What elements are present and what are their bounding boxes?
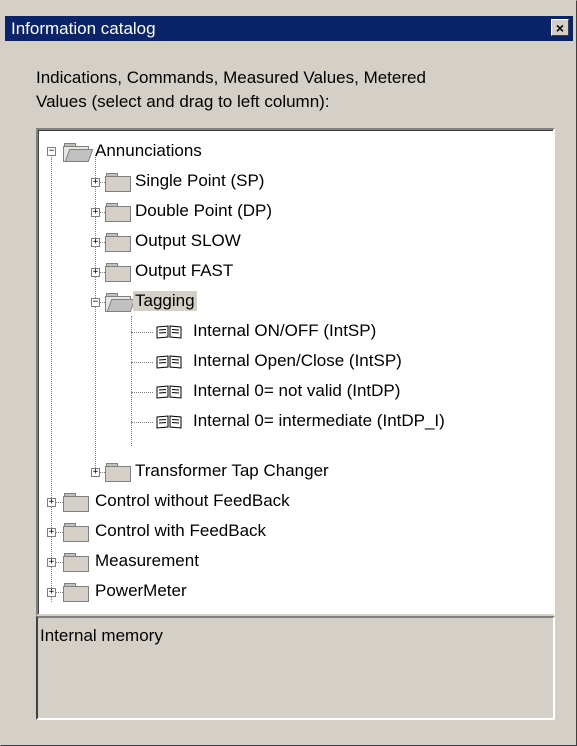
title-bar[interactable]: Information catalog × (5, 16, 573, 41)
close-button[interactable]: × (551, 19, 569, 36)
book-icon (156, 415, 182, 429)
close-icon: × (555, 19, 565, 36)
folder-icon (105, 463, 131, 482)
book-icon (156, 325, 182, 339)
folder-icon (105, 173, 131, 192)
instructions-line-2: Values (select and drag to left column): (36, 92, 330, 111)
folder-icon (63, 553, 89, 572)
catalog-tree[interactable]: − Annunciations + Single Point (SP) + Do… (36, 128, 555, 616)
tree-item-internal-on-off[interactable]: Internal ON/OFF (IntSP) (191, 321, 378, 341)
tree-item-internal-intermediate[interactable]: Internal 0= intermediate (IntDP_I) (191, 411, 447, 431)
description-panel: Internal memory (36, 616, 555, 720)
tree-node-control-with-feedback[interactable]: Control with FeedBack (93, 521, 268, 541)
collapse-tagging-toggle[interactable]: − (91, 298, 100, 307)
book-icon (156, 385, 182, 399)
folder-icon (63, 523, 89, 542)
tree-node-powermeter[interactable]: PowerMeter (93, 581, 189, 601)
tree-item-internal-open-close[interactable]: Internal Open/Close (IntSP) (191, 351, 404, 371)
expand-output-fast-toggle[interactable]: + (91, 268, 100, 277)
book-icon (156, 355, 182, 369)
tree-node-output-fast[interactable]: Output FAST (133, 261, 235, 281)
tree-node-output-slow[interactable]: Output SLOW (133, 231, 243, 251)
tree-node-measurement[interactable]: Measurement (93, 551, 201, 571)
tree-node-transformer-tap-changer[interactable]: Transformer Tap Changer (133, 461, 331, 481)
information-catalog-window: Information catalog × Indications, Comma… (0, 0, 577, 746)
expand-powermeter-toggle[interactable]: + (47, 588, 56, 597)
window-title: Information catalog (11, 19, 156, 38)
expand-single-point-toggle[interactable]: + (91, 178, 100, 187)
expand-control-without-feedback-toggle[interactable]: + (47, 498, 56, 507)
open-folder-icon (105, 293, 136, 312)
description-text: Internal memory (40, 626, 163, 645)
open-folder-icon (63, 143, 94, 162)
tree-node-single-point[interactable]: Single Point (SP) (133, 171, 266, 191)
folder-icon (63, 583, 89, 602)
folder-icon (63, 493, 89, 512)
instructions-text: Indications, Commands, Measured Values, … (36, 66, 556, 114)
expand-double-point-toggle[interactable]: + (91, 208, 100, 217)
expand-control-with-feedback-toggle[interactable]: + (47, 528, 56, 537)
folder-icon (105, 263, 131, 282)
tree-item-internal-not-valid[interactable]: Internal 0= not valid (IntDP) (191, 381, 402, 401)
folder-icon (105, 203, 131, 222)
tree-node-tagging[interactable]: Tagging (133, 291, 197, 311)
tree-node-double-point[interactable]: Double Point (DP) (133, 201, 274, 221)
tree-node-control-without-feedback[interactable]: Control without FeedBack (93, 491, 292, 511)
folder-icon (105, 233, 131, 252)
tree-node-annunciations[interactable]: Annunciations (93, 141, 204, 161)
collapse-annunciations-toggle[interactable]: − (47, 147, 56, 156)
expand-output-slow-toggle[interactable]: + (91, 238, 100, 247)
expand-measurement-toggle[interactable]: + (47, 558, 56, 567)
instructions-line-1: Indications, Commands, Measured Values, … (36, 68, 426, 87)
expand-transformer-toggle[interactable]: + (91, 468, 100, 477)
